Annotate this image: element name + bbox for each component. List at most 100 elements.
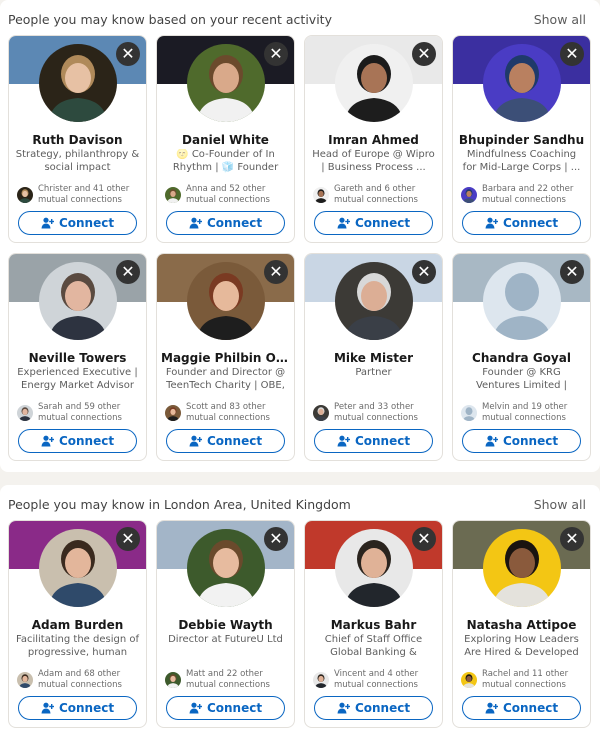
connect-label: Connect [206, 701, 263, 715]
person-name[interactable]: Natasha Attipoe [457, 618, 586, 632]
person-name[interactable]: Imran Ahmed [309, 133, 438, 147]
mutual-avatar [165, 186, 181, 203]
person-name[interactable]: Maggie Philbin OBE [161, 351, 290, 365]
person-card[interactable]: ✕ Maggie Philbin OBE Founder and Director … [156, 253, 295, 461]
person-headline: Director at FutureU Ltd [168, 634, 283, 645]
person-card[interactable]: ✕ Mike Mister Partner Peter and 33 other mu… [304, 253, 443, 461]
person-name[interactable]: Daniel White [161, 133, 290, 147]
avatar[interactable] [187, 529, 265, 607]
connect-label: Connect [206, 434, 263, 448]
mutual-connections-text: Barbara and 22 other mutual connections [482, 184, 574, 205]
mutual-connections: Peter and 33 other mutual connections [313, 402, 438, 423]
connect-label: Connect [58, 701, 115, 715]
person-name[interactable]: Neville Towers [13, 351, 142, 365]
person-headline: 🌝 Co-Founder of In Rhythm | 🧊 Founder &.… [172, 149, 279, 173]
connect-button[interactable]: Connect [166, 211, 285, 235]
connect-button[interactable]: Connect [166, 696, 285, 720]
avatar[interactable] [483, 529, 561, 607]
avatar[interactable] [335, 262, 413, 340]
connect-button[interactable]: Connect [18, 696, 137, 720]
add-person-icon [41, 702, 54, 714]
person-name[interactable]: Debbie Wayth [161, 618, 290, 632]
mutual-avatar [313, 186, 329, 203]
connect-label: Connect [502, 216, 559, 230]
person-card[interactable]: ✕ Ruth Davison Strategy, philanthropy & so… [8, 35, 147, 243]
avatar[interactable] [39, 44, 117, 122]
dismiss-icon[interactable]: ✕ [116, 42, 140, 66]
person-card[interactable]: ✕ Markus Bahr Chief of Staff Office Global… [304, 520, 443, 728]
dismiss-icon[interactable]: ✕ [264, 42, 288, 66]
dismiss-icon[interactable]: ✕ [560, 42, 584, 66]
dismiss-icon[interactable]: ✕ [560, 260, 584, 284]
connect-button[interactable]: Connect [462, 211, 581, 235]
mutual-connections-text: Gareth and 6 other mutual connections [334, 184, 418, 205]
mutual-connections-text: Rachel and 11 other mutual connections [482, 669, 569, 690]
avatar[interactable] [483, 262, 561, 340]
person-card[interactable]: ✕ Debbie Wayth Director at FutureU Ltd Matt… [156, 520, 295, 728]
person-card[interactable]: ✕ Daniel White 🌝 Co-Founder of In Rhythm |… [156, 35, 295, 243]
person-name[interactable]: Bhupinder Sandhu [457, 133, 586, 147]
section-header: People you may know in London Area, Unit… [8, 495, 586, 513]
person-name[interactable]: Chandra Goyal [457, 351, 586, 365]
connect-label: Connect [206, 216, 263, 230]
people-grid: ✕ Ruth Davison Strategy, philanthropy & so… [8, 35, 591, 461]
mutual-connections-text: Vincent and 4 other mutual connections [334, 669, 419, 690]
connect-label: Connect [58, 216, 115, 230]
person-headline: Partner [355, 367, 392, 378]
mutual-connections-text: Sarah and 59 other mutual connections [38, 402, 122, 423]
mutual-avatar [461, 186, 477, 203]
dismiss-icon[interactable]: ✕ [116, 260, 140, 284]
person-headline: Exploring How Leaders Are Hired & Develo… [464, 634, 579, 658]
avatar[interactable] [483, 44, 561, 122]
connect-button[interactable]: Connect [314, 429, 433, 453]
person-name[interactable]: Adam Burden [13, 618, 142, 632]
avatar[interactable] [335, 44, 413, 122]
mutual-avatar [165, 671, 181, 688]
connect-button[interactable]: Connect [314, 211, 433, 235]
show-all-link[interactable]: Show all [534, 497, 586, 512]
person-card[interactable]: ✕ Bhupinder Sandhu Mindfulness Coaching fo… [452, 35, 591, 243]
dismiss-icon[interactable]: ✕ [264, 260, 288, 284]
connect-label: Connect [354, 434, 411, 448]
add-person-icon [41, 217, 54, 229]
person-card[interactable]: ✕ Adam Burden Facilitating the design of p… [8, 520, 147, 728]
person-card[interactable]: ✕ Neville Towers Experienced Executive | E… [8, 253, 147, 461]
connect-button[interactable]: Connect [166, 429, 285, 453]
mutual-avatar [17, 186, 33, 203]
mutual-avatar [461, 671, 477, 688]
connect-button[interactable]: Connect [314, 696, 433, 720]
person-card[interactable]: ✕ Imran Ahmed Head of Europe @ Wipro | Bus… [304, 35, 443, 243]
mutual-avatar [461, 404, 477, 421]
mutual-avatar [17, 404, 33, 421]
dismiss-icon[interactable]: ✕ [412, 260, 436, 284]
mutual-connections: Matt and 22 other mutual connections [165, 669, 290, 690]
avatar[interactable] [187, 44, 265, 122]
person-card[interactable]: ✕ Chandra Goyal Founder @ KRG Ventures Lim… [452, 253, 591, 461]
dismiss-icon[interactable]: ✕ [412, 42, 436, 66]
dismiss-icon[interactable]: ✕ [116, 527, 140, 551]
dismiss-icon[interactable]: ✕ [412, 527, 436, 551]
person-name[interactable]: Markus Bahr [309, 618, 438, 632]
dismiss-icon[interactable]: ✕ [560, 527, 584, 551]
add-person-icon [485, 435, 498, 447]
person-headline: Chief of Staff Office Global Banking & M… [324, 634, 423, 658]
avatar[interactable] [335, 529, 413, 607]
person-name[interactable]: Mike Mister [309, 351, 438, 365]
connect-button[interactable]: Connect [462, 429, 581, 453]
person-name[interactable]: Ruth Davison [13, 133, 142, 147]
person-card[interactable]: ✕ Natasha Attipoe Exploring How Leaders Ar… [452, 520, 591, 728]
add-person-icon [337, 435, 350, 447]
mutual-connections: Barbara and 22 other mutual connections [461, 184, 586, 205]
avatar[interactable] [187, 262, 265, 340]
connect-button[interactable]: Connect [18, 429, 137, 453]
show-all-link[interactable]: Show all [534, 12, 586, 27]
avatar[interactable] [39, 262, 117, 340]
connect-button[interactable]: Connect [18, 211, 137, 235]
mutual-connections: Sarah and 59 other mutual connections [17, 402, 142, 423]
dismiss-icon[interactable]: ✕ [264, 527, 288, 551]
connect-button[interactable]: Connect [462, 696, 581, 720]
mutual-connections: Vincent and 4 other mutual connections [313, 669, 438, 690]
avatar[interactable] [39, 529, 117, 607]
add-person-icon [485, 702, 498, 714]
person-headline: Founder and Director @ TeenTech Charity … [165, 367, 286, 391]
